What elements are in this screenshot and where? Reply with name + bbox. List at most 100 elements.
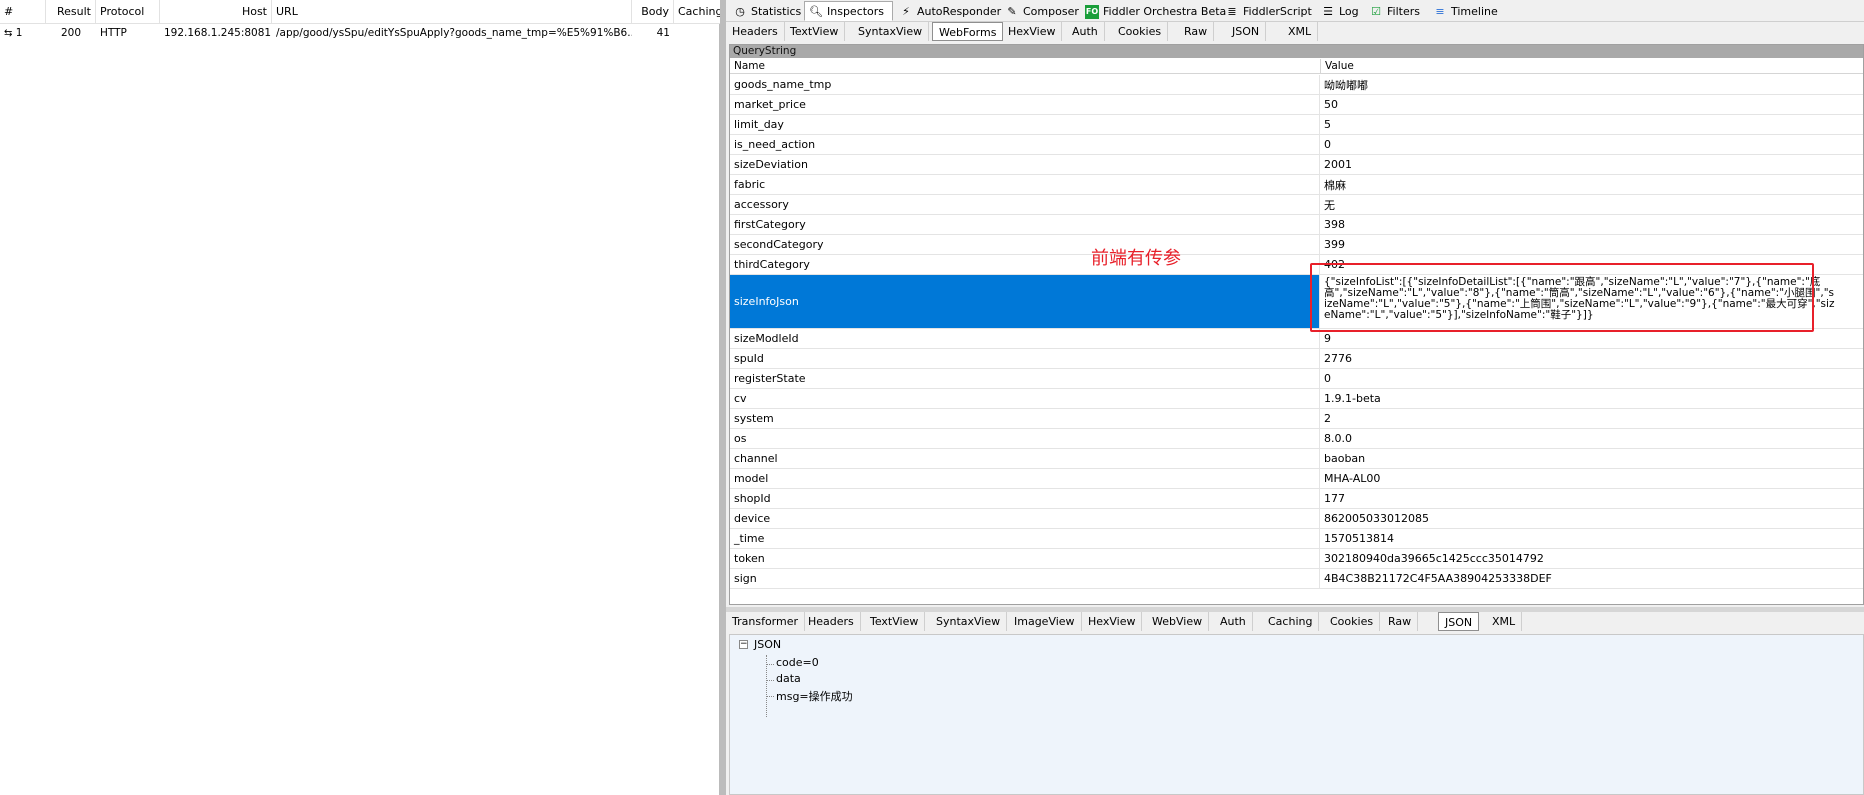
json-root-node[interactable]: JSON (754, 638, 781, 651)
session-row[interactable]: ⇆ 1 200 HTTP 192.168.1.245:8081 /app/goo… (0, 24, 720, 42)
req-tab-headers[interactable]: Headers (726, 22, 785, 41)
json-node-msg[interactable]: msg=操作成功 (776, 688, 853, 704)
querystring-row[interactable]: channel baoban (730, 449, 1863, 469)
req-tab-auth[interactable]: Auth (1066, 22, 1105, 41)
req-tab-syntaxview[interactable]: SyntaxView (852, 22, 930, 41)
querystring-grid[interactable]: QueryString Name Value goods_name_tmp 呦呦嘟… (729, 44, 1864, 605)
querystring-row[interactable]: device 862005033012085 (730, 509, 1863, 529)
querystring-row[interactable]: firstCategory 398 (730, 215, 1863, 235)
querystring-row[interactable]: limit_day 5 (730, 115, 1863, 135)
tab-autoresponder[interactable]: ⚡︎ AutoResponder (894, 1, 1010, 21)
column-header-host[interactable]: Host (160, 0, 272, 24)
req-tab-webforms[interactable]: WebForms (932, 22, 1004, 41)
tree-connector (766, 680, 774, 681)
querystring-row[interactable]: model MHA-AL00 (730, 469, 1863, 489)
querystring-value-cell: {"sizeInfoList":[{"sizeInfoDetailList":[… (1324, 276, 1835, 321)
querystring-name-cell: spuId (730, 349, 1320, 368)
querystring-row[interactable]: shopId 177 (730, 489, 1863, 509)
column-header-protocol[interactable]: Protocol (96, 0, 160, 24)
req-tab-xml[interactable]: XML (1282, 22, 1319, 41)
querystring-row[interactable]: os 8.0.0 (730, 429, 1863, 449)
querystring-row[interactable]: sizeModleId 9 (730, 329, 1863, 349)
req-tab-raw[interactable]: Raw (1178, 22, 1215, 41)
main-tab-bar: ◷ Statistics 🔍︎ Inspectors ⚡︎ AutoResponder… (726, 0, 1864, 22)
resp-tab-webview[interactable]: WebView (1146, 612, 1210, 631)
querystring-row[interactable]: spuId 2776 (730, 349, 1863, 369)
tab-inspectors[interactable]: 🔍︎ Inspectors (804, 1, 894, 21)
querystring-value-cell: 9 (1324, 332, 1331, 345)
resp-tab-auth[interactable]: Auth (1214, 612, 1253, 631)
req-tab-cookies[interactable]: Cookies (1112, 22, 1169, 41)
tab-fiddler-orchestra-label: Fiddler Orchestra Beta (1103, 5, 1227, 18)
column-name-header[interactable]: Name (734, 59, 765, 74)
querystring-name-cell: thirdCategory (730, 255, 1320, 274)
column-header-result[interactable]: Result (46, 0, 96, 24)
querystring-row[interactable]: sizeDeviation 2001 (730, 155, 1863, 175)
resp-tab-headers[interactable]: Headers (802, 612, 861, 631)
querystring-name-cell: model (730, 469, 1320, 488)
column-header-url[interactable]: URL^ (272, 0, 632, 24)
column-header-body[interactable]: Body (632, 0, 674, 24)
session-list[interactable]: # Result Protocol Host URL^ Body Caching… (0, 0, 720, 795)
querystring-value-cell: 402 (1324, 258, 1345, 271)
req-tab-textview[interactable]: TextView (784, 22, 846, 41)
annotation-note: 前端有传参 (1091, 248, 1181, 269)
resp-tab-textview[interactable]: TextView (864, 612, 926, 631)
resp-tab-cookies[interactable]: Cookies (1324, 612, 1381, 631)
querystring-row[interactable]: cv 1.9.1-beta (730, 389, 1863, 409)
checkbox-icon: ☑ (1371, 5, 1381, 18)
querystring-value-cell: 399 (1324, 238, 1345, 251)
querystring-name-cell: token (730, 549, 1320, 568)
tab-filters-label: Filters (1387, 5, 1420, 18)
session-num-cell: ⇆ 1 (0, 24, 46, 42)
resp-tab-syntaxview[interactable]: SyntaxView (930, 612, 1008, 631)
resp-tab-caching[interactable]: Caching (1262, 612, 1320, 631)
querystring-name-cell: sign (730, 569, 1320, 588)
resp-tab-xml[interactable]: XML (1486, 612, 1523, 631)
querystring-name-cell: is_need_action (730, 135, 1320, 154)
log-icon: ☰ (1323, 5, 1333, 18)
resp-tab-transformer[interactable]: Transformer (726, 612, 806, 631)
tab-fiddlerscript-label: FiddlerScript (1243, 5, 1312, 18)
querystring-name-cell: sizeModleId (730, 329, 1320, 348)
tab-filters[interactable]: ☑ Filters (1364, 1, 1429, 21)
querystring-value-cell: 398 (1324, 218, 1345, 231)
querystring-row[interactable]: accessory 无 (730, 195, 1863, 215)
session-body: 41 (656, 27, 670, 39)
json-node-code[interactable]: code=0 (776, 656, 819, 669)
column-header-url-label: URL (276, 5, 298, 18)
collapse-icon[interactable]: − (739, 640, 748, 649)
resp-tab-imageview[interactable]: ImageView (1008, 612, 1082, 631)
resp-tab-hexview[interactable]: HexView (1082, 612, 1143, 631)
json-node-data[interactable]: data (776, 672, 801, 685)
querystring-row[interactable]: goods_name_tmp 呦呦嘟嘟 (730, 75, 1863, 95)
querystring-row[interactable]: _time 1570513814 (730, 529, 1863, 549)
resp-tab-json[interactable]: JSON (1438, 612, 1480, 631)
session-url: /app/good/ysSpu/editYsSpuApply?goods_nam… (276, 27, 632, 39)
json-tree[interactable]: − JSON code=0 data msg=操作成功 (729, 634, 1864, 795)
req-tab-hexview[interactable]: HexView (1002, 22, 1063, 41)
querystring-row[interactable]: token 302180940da39665c1425ccc35014792 (730, 549, 1863, 569)
tab-fiddlerscript[interactable]: ≣ FiddlerScript (1220, 1, 1321, 21)
querystring-row[interactable]: thirdCategory 402 (730, 255, 1863, 275)
querystring-row[interactable]: secondCategory 399 (730, 235, 1863, 255)
tab-fiddler-orchestra[interactable]: FO Fiddler Orchestra Beta (1080, 1, 1235, 21)
querystring-row[interactable]: market_price 50 (730, 95, 1863, 115)
querystring-row[interactable]: sign 4B4C38B21172C4F5AA38904253338DEF (730, 569, 1863, 589)
querystring-row[interactable]: registerState 0 (730, 369, 1863, 389)
req-tab-json[interactable]: JSON (1226, 22, 1267, 41)
tab-timeline[interactable]: ≡ Timeline (1428, 1, 1507, 21)
tab-log[interactable]: ☰ Log (1316, 1, 1368, 21)
querystring-value-cell: 1.9.1-beta (1324, 392, 1381, 405)
resp-tab-raw[interactable]: Raw (1382, 612, 1419, 631)
column-header-num[interactable]: # (0, 0, 46, 24)
querystring-row[interactable]: fabric 棉麻 (730, 175, 1863, 195)
querystring-row[interactable]: is_need_action 0 (730, 135, 1863, 155)
tab-statistics[interactable]: ◷ Statistics (728, 1, 810, 21)
fo-icon: FO (1085, 5, 1099, 19)
querystring-row[interactable]: sizeInfoJson {"sizeInfoList":[{"sizeInfoD… (730, 275, 1863, 329)
column-value-header[interactable]: Value (1320, 59, 1354, 74)
column-header-caching[interactable]: Caching (674, 0, 720, 24)
querystring-row[interactable]: system 2 (730, 409, 1863, 429)
tab-composer[interactable]: ✎ Composer (1000, 1, 1088, 21)
